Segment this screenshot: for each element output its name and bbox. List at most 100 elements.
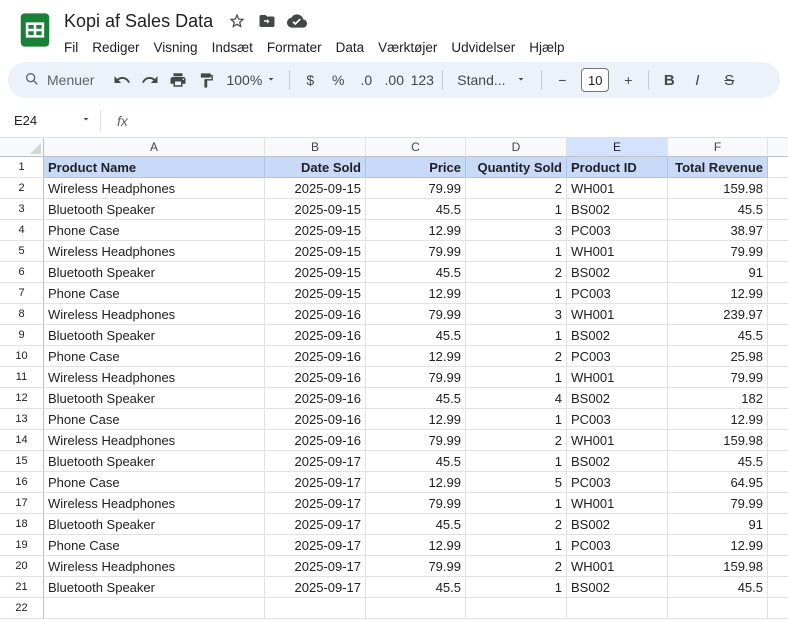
column-header-C[interactable]: C: [366, 138, 466, 157]
cell-D13[interactable]: 1: [466, 409, 567, 430]
redo-button[interactable]: [136, 66, 164, 94]
cell-C8[interactable]: 79.99: [366, 304, 466, 325]
cell-E16[interactable]: PC003: [567, 472, 668, 493]
cell-E19[interactable]: PC003: [567, 535, 668, 556]
row-header-19[interactable]: 19: [0, 535, 44, 556]
increase-font-size-button[interactable]: +: [614, 66, 642, 94]
cell-E10[interactable]: PC003: [567, 346, 668, 367]
row-header-11[interactable]: 11: [0, 367, 44, 388]
row-header-14[interactable]: 14: [0, 430, 44, 451]
cell-D11[interactable]: 1: [466, 367, 567, 388]
strikethrough-button[interactable]: S: [715, 66, 743, 94]
zoom-select[interactable]: 100%: [220, 66, 283, 94]
cell-E4[interactable]: PC003: [567, 220, 668, 241]
row-header-1[interactable]: 1: [0, 157, 44, 178]
cell-B21[interactable]: 2025-09-17: [265, 577, 366, 598]
font-family-select[interactable]: Stand...: [449, 72, 535, 88]
undo-button[interactable]: [108, 66, 136, 94]
menu-hjaelp[interactable]: Hjælp: [522, 38, 571, 57]
cell-F17[interactable]: 79.99: [668, 493, 768, 514]
cell-E6[interactable]: BS002: [567, 262, 668, 283]
menu-udvidelser[interactable]: Udvidelser: [444, 38, 522, 57]
cell-F18[interactable]: 91: [668, 514, 768, 535]
row-header-21[interactable]: 21: [0, 577, 44, 598]
cell-D12[interactable]: 4: [466, 388, 567, 409]
cell-B22[interactable]: [265, 598, 366, 619]
star-icon[interactable]: [223, 7, 251, 35]
cell-D21[interactable]: 1: [466, 577, 567, 598]
cell-F10[interactable]: 25.98: [668, 346, 768, 367]
cell-B17[interactable]: 2025-09-17: [265, 493, 366, 514]
cell-C19[interactable]: 12.99: [366, 535, 466, 556]
cell-B15[interactable]: 2025-09-17: [265, 451, 366, 472]
row-header-15[interactable]: 15: [0, 451, 44, 472]
cell-F4[interactable]: 38.97: [668, 220, 768, 241]
cell-F12[interactable]: 182: [668, 388, 768, 409]
row-header-7[interactable]: 7: [0, 283, 44, 304]
cell-D15[interactable]: 1: [466, 451, 567, 472]
cell-A4[interactable]: Phone Case: [44, 220, 265, 241]
cell-B18[interactable]: 2025-09-17: [265, 514, 366, 535]
cell-C2[interactable]: 79.99: [366, 178, 466, 199]
move-to-folder-icon[interactable]: [253, 7, 281, 35]
cell-D10[interactable]: 2: [466, 346, 567, 367]
row-header-4[interactable]: 4: [0, 220, 44, 241]
cell-E14[interactable]: WH001: [567, 430, 668, 451]
cell-B4[interactable]: 2025-09-15: [265, 220, 366, 241]
cell-D18[interactable]: 2: [466, 514, 567, 535]
cell-F1[interactable]: Total Revenue: [668, 157, 768, 178]
cell-A11[interactable]: Wireless Headphones: [44, 367, 265, 388]
cloud-saved-icon[interactable]: [283, 7, 311, 35]
select-all-corner[interactable]: [0, 138, 44, 157]
cell-E20[interactable]: WH001: [567, 556, 668, 577]
row-header-20[interactable]: 20: [0, 556, 44, 577]
cell-F7[interactable]: 12.99: [668, 283, 768, 304]
cell-D8[interactable]: 3: [466, 304, 567, 325]
column-header-D[interactable]: D: [466, 138, 567, 157]
cell-B13[interactable]: 2025-09-16: [265, 409, 366, 430]
row-header-22[interactable]: 22: [0, 598, 44, 619]
cell-F14[interactable]: 159.98: [668, 430, 768, 451]
cell-E1[interactable]: Product ID: [567, 157, 668, 178]
cell-C15[interactable]: 45.5: [366, 451, 466, 472]
cell-A8[interactable]: Wireless Headphones: [44, 304, 265, 325]
menu-formater[interactable]: Formater: [260, 38, 329, 57]
document-title[interactable]: Kopi af Sales Data: [64, 11, 213, 32]
cell-D17[interactable]: 1: [466, 493, 567, 514]
cell-C13[interactable]: 12.99: [366, 409, 466, 430]
cell-C14[interactable]: 79.99: [366, 430, 466, 451]
cell-C21[interactable]: 45.5: [366, 577, 466, 598]
cell-C9[interactable]: 45.5: [366, 325, 466, 346]
decrease-decimal-button[interactable]: .0: [352, 66, 380, 94]
cell-D4[interactable]: 3: [466, 220, 567, 241]
cell-E15[interactable]: BS002: [567, 451, 668, 472]
cell-A16[interactable]: Phone Case: [44, 472, 265, 493]
cell-D16[interactable]: 5: [466, 472, 567, 493]
row-header-18[interactable]: 18: [0, 514, 44, 535]
cell-A6[interactable]: Bluetooth Speaker: [44, 262, 265, 283]
cell-A15[interactable]: Bluetooth Speaker: [44, 451, 265, 472]
cell-C3[interactable]: 45.5: [366, 199, 466, 220]
cell-C20[interactable]: 79.99: [366, 556, 466, 577]
cell-E8[interactable]: WH001: [567, 304, 668, 325]
cell-D5[interactable]: 1: [466, 241, 567, 262]
cell-E22[interactable]: [567, 598, 668, 619]
menu-fil[interactable]: Fil: [57, 38, 85, 57]
cell-B12[interactable]: 2025-09-16: [265, 388, 366, 409]
formula-input[interactable]: [128, 104, 788, 137]
cell-D1[interactable]: Quantity Sold: [466, 157, 567, 178]
cell-E2[interactable]: WH001: [567, 178, 668, 199]
cell-D2[interactable]: 2: [466, 178, 567, 199]
cell-E17[interactable]: WH001: [567, 493, 668, 514]
cell-C12[interactable]: 45.5: [366, 388, 466, 409]
format-currency-button[interactable]: $: [296, 66, 324, 94]
cell-F8[interactable]: 239.97: [668, 304, 768, 325]
cell-E21[interactable]: BS002: [567, 577, 668, 598]
cell-D19[interactable]: 1: [466, 535, 567, 556]
cell-D14[interactable]: 2: [466, 430, 567, 451]
row-header-6[interactable]: 6: [0, 262, 44, 283]
cell-B16[interactable]: 2025-09-17: [265, 472, 366, 493]
column-header-E[interactable]: E: [567, 138, 668, 157]
row-header-12[interactable]: 12: [0, 388, 44, 409]
row-header-2[interactable]: 2: [0, 178, 44, 199]
